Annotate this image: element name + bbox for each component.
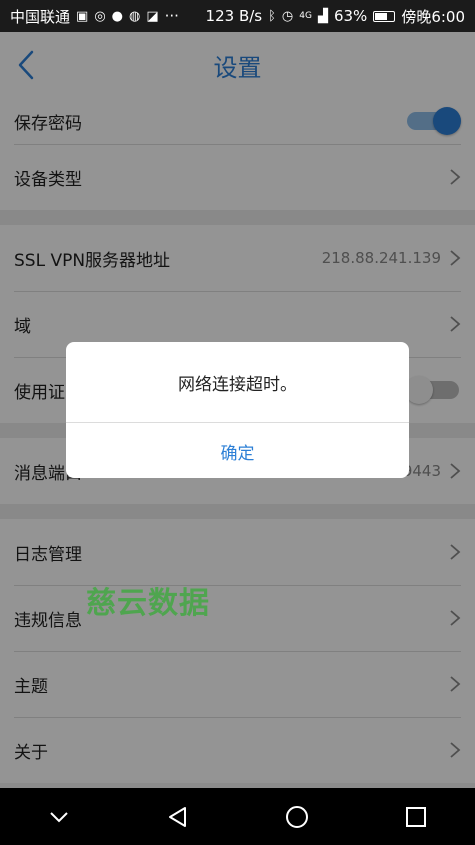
bluetooth-icon: ᛒ xyxy=(268,8,276,24)
back-triangle-icon xyxy=(169,806,187,827)
recents-square-icon xyxy=(405,806,426,827)
alarm-icon: ◷ xyxy=(281,8,294,24)
watermark: 慈云数据 xyxy=(86,586,210,621)
network-type: 4G xyxy=(299,10,312,21)
message-icon: ◍ xyxy=(129,8,141,24)
nav-back-button[interactable] xyxy=(158,797,198,837)
navigation-bar xyxy=(0,788,475,845)
dialog-message: 网络连接超时。 xyxy=(66,342,409,423)
nav-home-button[interactable] xyxy=(277,797,317,837)
battery-percent: 63% xyxy=(333,7,368,25)
battery-icon xyxy=(373,10,396,22)
signal-icon: ▟ xyxy=(317,8,328,24)
app-notification-icon: ▣ xyxy=(76,8,89,24)
status-bar-left: 中国联通 ▣ ◎ ● ◍ ◪ ··· xyxy=(10,6,179,27)
chevron-down-icon xyxy=(50,811,69,822)
status-bar-right: 123 B/s ᛒ ◷ 4G ▟ 63% 傍晚6:00 xyxy=(206,6,465,27)
nav-recents-button[interactable] xyxy=(396,797,436,837)
home-circle-icon xyxy=(285,805,308,828)
confirm-button[interactable]: 确定 xyxy=(66,423,409,478)
carrier-label: 中国联通 xyxy=(10,7,71,26)
status-bar: 中国联通 ▣ ◎ ● ◍ ◪ ··· 123 B/s ᛒ ◷ 4G ▟ 63% … xyxy=(0,0,475,32)
hide-nav-button[interactable] xyxy=(39,797,79,837)
chat-icon: ● xyxy=(111,8,123,24)
vpn-app-icon: ◪ xyxy=(146,8,159,24)
network-speed: 123 B/s xyxy=(205,7,263,25)
status-time: 傍晚6:00 xyxy=(401,7,465,26)
alert-dialog: 网络连接超时。 确定 xyxy=(66,342,409,478)
more-notifications-icon: ··· xyxy=(164,7,179,25)
hotspot-icon: ◎ xyxy=(94,8,106,24)
